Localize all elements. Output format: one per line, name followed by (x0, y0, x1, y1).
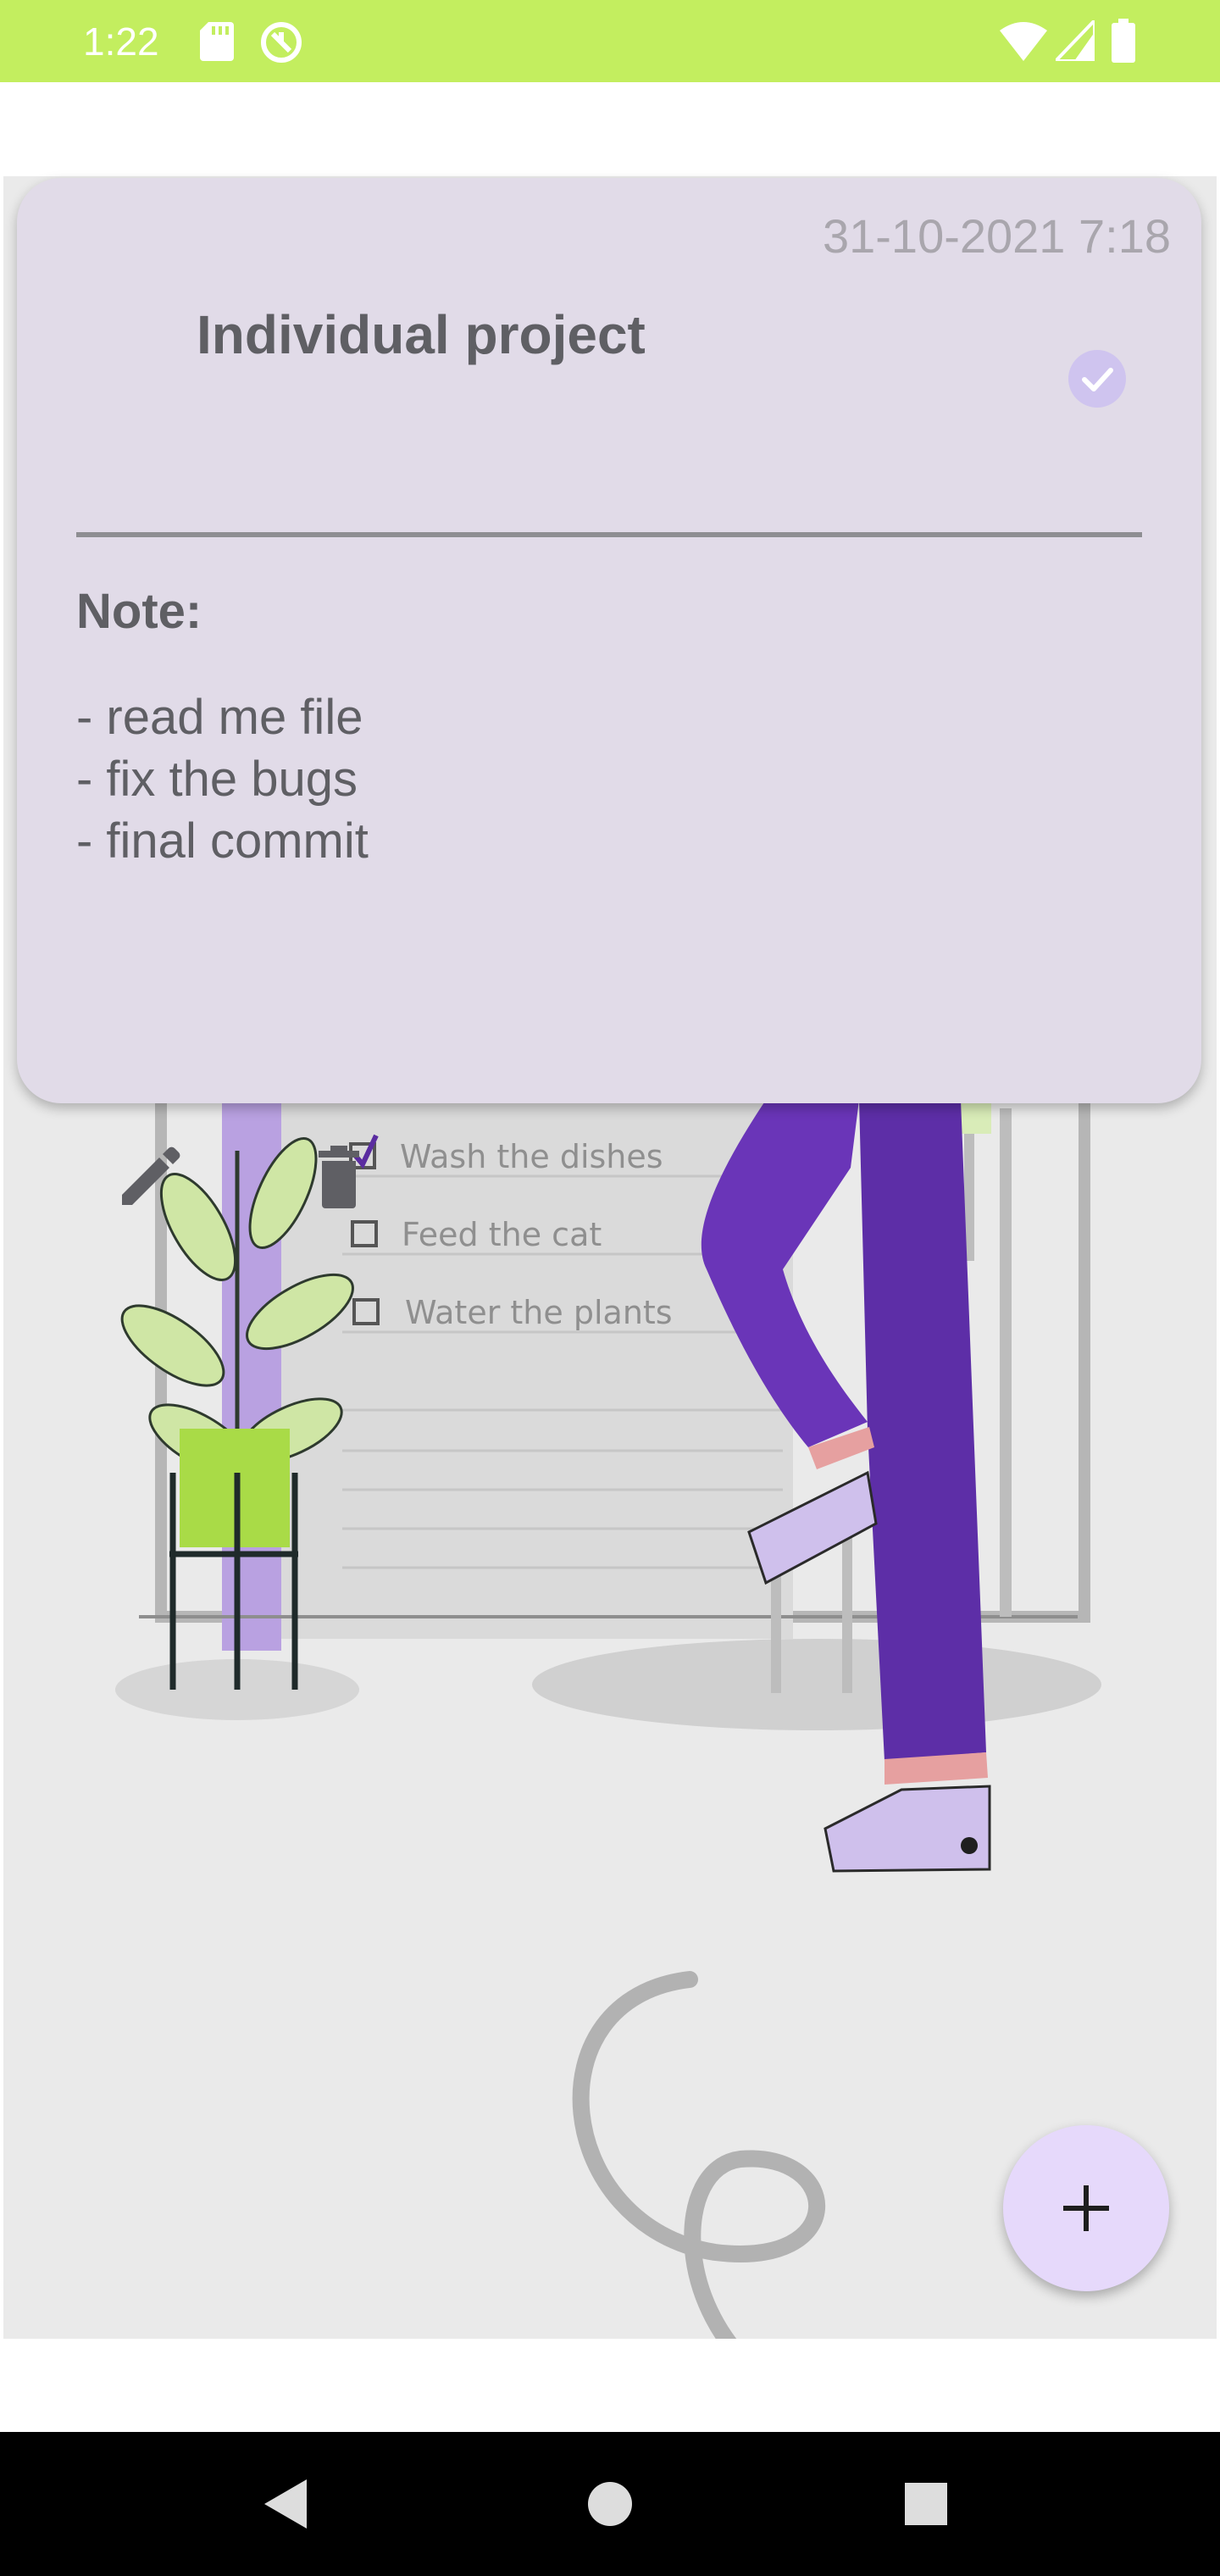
battery-icon (1112, 19, 1135, 63)
note-card[interactable]: 31-10-2021 7:18 Individual project Note:… (17, 178, 1201, 1208)
home-icon[interactable] (572, 2466, 648, 2542)
note-date: 31-10-2021 7:18 (822, 209, 1171, 263)
checklist-item-3: Water the plants (405, 1294, 673, 1331)
note-divider (76, 532, 1142, 537)
checklist-item-2: Feed the cat (402, 1216, 602, 1253)
note-label: Note: (76, 584, 202, 639)
note-title: Individual project (197, 304, 646, 365)
plus-icon (1063, 2185, 1109, 2231)
sd-card-icon (200, 22, 234, 61)
checklist-item-1: Wash the dishes (400, 1138, 663, 1175)
status-bar: 1:22 (0, 0, 1220, 82)
back-icon[interactable] (252, 2466, 329, 2542)
sync-icon (261, 22, 302, 63)
wifi-icon (1000, 22, 1047, 61)
add-note-button[interactable] (1003, 2125, 1169, 2291)
note-body: - read me file - fix the bugs - final co… (76, 690, 369, 869)
recents-icon[interactable] (888, 2466, 964, 2542)
trash-icon (319, 1146, 359, 1208)
status-time: 1:22 (83, 19, 159, 64)
delete-button[interactable] (297, 1134, 381, 1219)
signal-icon (1056, 20, 1095, 61)
navigation-bar (0, 2432, 1220, 2576)
edit-button[interactable] (107, 1134, 191, 1219)
pencil-icon (122, 1146, 180, 1205)
completed-check-icon[interactable] (1068, 349, 1127, 408)
